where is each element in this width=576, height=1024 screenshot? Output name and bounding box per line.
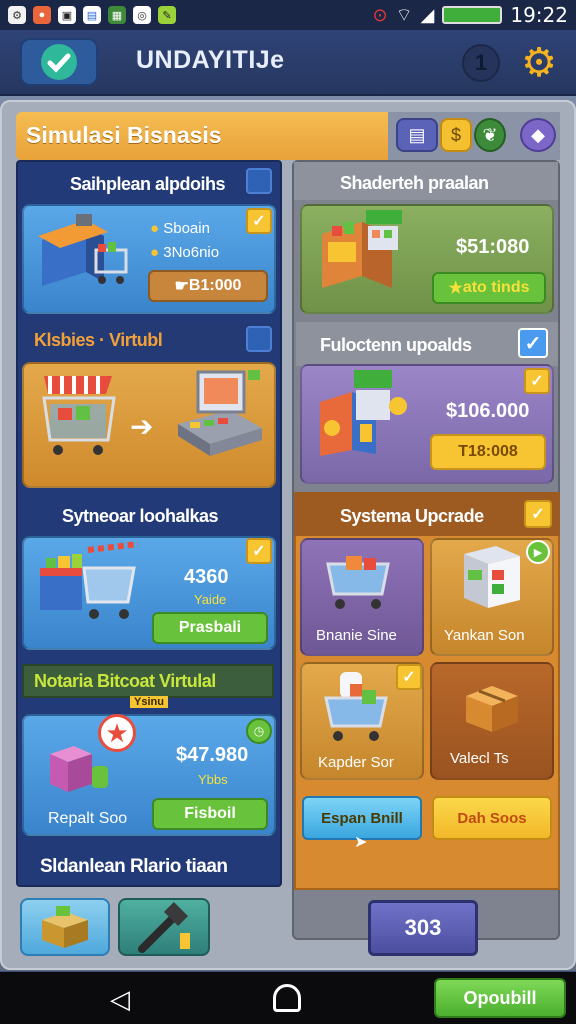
star-icon: ★	[448, 280, 463, 297]
check-icon[interactable]: ✓	[246, 538, 272, 564]
building-icon	[320, 370, 407, 456]
store-cart-icon	[40, 541, 139, 619]
check-icon[interactable]: ✓	[396, 664, 422, 690]
back-icon[interactable]: ◁	[110, 984, 130, 1015]
store-icon	[38, 214, 128, 286]
gift-box-icon	[50, 746, 108, 792]
check-icon[interactable]: ✓	[518, 328, 548, 358]
tile-label: Bnanie Sine	[316, 627, 397, 644]
gear-icon[interactable]: ⚙	[516, 40, 562, 86]
arrow-right-icon: ➔	[130, 411, 154, 442]
controller-icon: ◎	[133, 6, 151, 24]
wifi-icon: ⌔	[395, 4, 413, 26]
section-title: Sldanlean Rlario tiaan	[40, 856, 228, 877]
buy-button[interactable]: T18:008	[430, 434, 546, 470]
menu-button[interactable]	[20, 38, 98, 86]
check-badge-icon	[41, 44, 77, 80]
check-icon[interactable]: ✓	[246, 208, 272, 234]
value-label: $47.980	[176, 744, 249, 766]
value-label: 4360	[184, 566, 229, 588]
hammer-icon	[138, 901, 190, 953]
image-icon: ▣	[58, 6, 76, 24]
build-button[interactable]: 303	[368, 900, 478, 956]
app-title: UNDAYITIJe	[136, 46, 285, 74]
app-notification-icon: ●	[33, 6, 51, 24]
inventory-button[interactable]	[20, 898, 110, 956]
cursor-icon: ➤	[354, 834, 368, 851]
alert-icon: ⊙	[372, 4, 388, 26]
coin-icon: ●	[150, 220, 164, 237]
purchase-button[interactable]: Prasbali	[152, 612, 268, 644]
price-button[interactable]: ☛ B1:000	[148, 270, 268, 302]
photo-icon: ▤	[83, 6, 101, 24]
status-bar: ⚙ ● ▣ ▤ ▦ ◎ ✎ ⊙ ⌔ ◢ 19:22	[0, 0, 576, 30]
refresh-icon[interactable]: ◷	[246, 718, 272, 744]
sell-button[interactable]: Dah Soos	[432, 796, 552, 840]
signal-icon: ◢	[420, 4, 435, 26]
clock: 19:22	[510, 3, 568, 27]
sub-label: Yaide	[194, 592, 227, 607]
coin-icon: ●	[150, 244, 164, 261]
tools-button[interactable]	[118, 898, 210, 956]
hand-icon: ☛	[174, 278, 189, 295]
section-title: Fuloctenn upoalds	[320, 335, 472, 355]
app-icon: ✎	[158, 6, 176, 24]
list-icon[interactable]: ▤	[396, 118, 438, 152]
checkbox[interactable]	[246, 168, 272, 194]
banner-title: Simulasi Bisnasis	[26, 122, 222, 148]
cardboard-box-icon	[466, 686, 518, 732]
tile-label: Valecl Ts	[450, 750, 509, 767]
grocery-cart-icon	[324, 672, 388, 741]
home-icon[interactable]	[273, 984, 301, 1012]
checkbox[interactable]	[246, 326, 272, 352]
gem-icon[interactable]: ◆	[520, 118, 556, 152]
coin-icon[interactable]: $	[440, 118, 472, 152]
cart-icon	[326, 556, 390, 609]
sub-label: Ybbs	[198, 772, 228, 787]
shopping-cart-icon	[42, 376, 116, 455]
check-icon[interactable]: ✓	[524, 368, 550, 394]
level-badge[interactable]: 1	[462, 44, 500, 82]
tag-label: Ysinu	[130, 696, 168, 708]
market-stall-icon	[322, 210, 402, 288]
battery-icon	[442, 6, 503, 24]
stat-line-1: ● Sboain	[150, 220, 210, 237]
action-button[interactable]: Opoubill	[434, 978, 566, 1018]
tile-label: Yankan Son	[444, 627, 525, 644]
section-title: Systema Upcrade	[340, 506, 484, 526]
upgrade-button[interactable]: ★ ato tinds	[432, 272, 546, 304]
section-title: Saihplean alpdoihs	[70, 174, 226, 194]
claim-button[interactable]: Fisboil	[152, 798, 268, 830]
vending-machine-icon	[464, 546, 520, 608]
play-icon[interactable]: ▶	[526, 540, 550, 564]
stat-line-2: ● 3No6nio	[150, 244, 220, 261]
value-label: $106.000	[446, 400, 530, 422]
leaf-icon[interactable]: ❦	[474, 118, 506, 152]
game-icon: ▦	[108, 6, 126, 24]
tile-label: Kapder Sor	[318, 754, 394, 771]
section-title: Klsbies · Virtubl	[34, 330, 163, 350]
notification-icon: ⚙	[8, 6, 26, 24]
section-title: Sytneoar loohalkas	[62, 506, 219, 526]
check-icon[interactable]: ✓	[524, 500, 552, 528]
section-title: Shaderteh praalan	[340, 173, 489, 193]
boxes-icon	[42, 906, 88, 948]
value-label: $51:080	[456, 236, 530, 258]
section-title: Notaria Bitcoat Virtulal	[34, 671, 216, 691]
cash-register-icon	[178, 370, 262, 456]
card-label: Repalt Soo	[48, 810, 128, 827]
